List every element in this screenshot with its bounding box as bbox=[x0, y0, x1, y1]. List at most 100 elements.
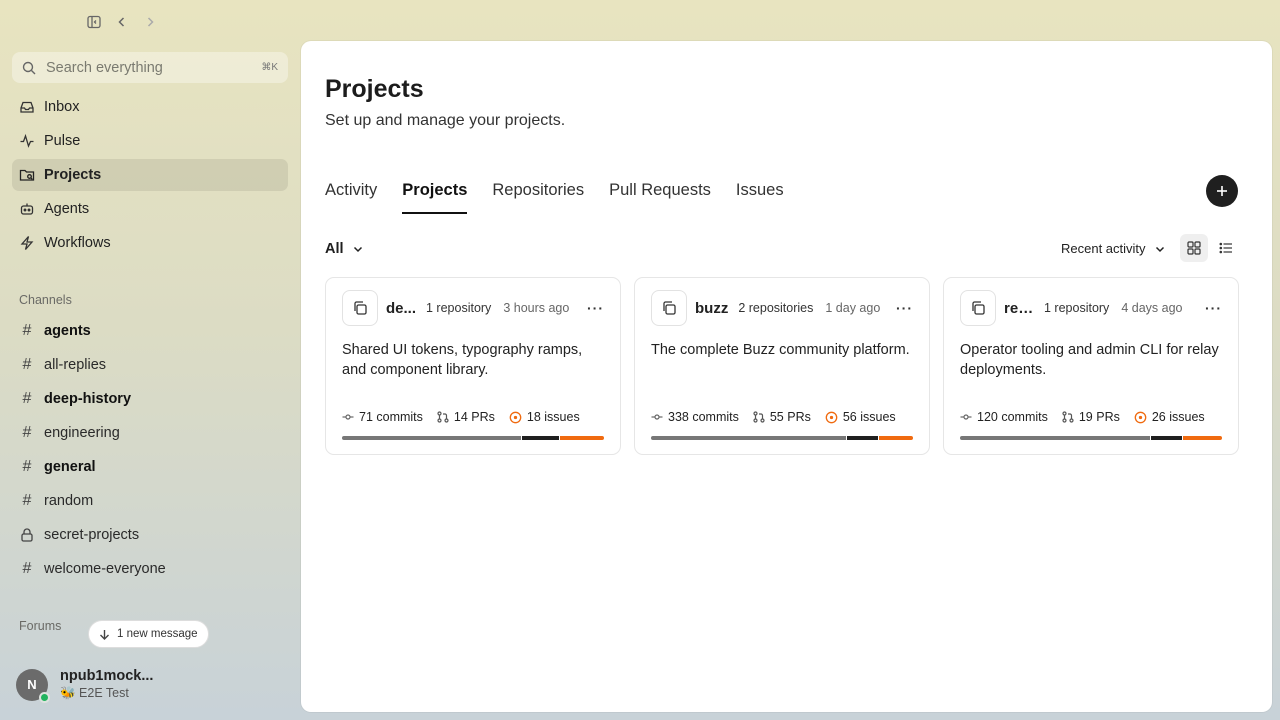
commit-icon bbox=[342, 414, 354, 420]
nav-item-label: Agents bbox=[44, 201, 90, 217]
chevron-down-icon bbox=[353, 246, 362, 253]
issue-stat: 56 issues bbox=[825, 410, 896, 424]
commit-stat: 120 commits bbox=[960, 410, 1048, 424]
tab-activity[interactable]: Activity bbox=[325, 181, 377, 214]
issue-count: 26 issues bbox=[1151, 410, 1205, 424]
activity-bar bbox=[651, 436, 913, 440]
project-name: buzz bbox=[695, 299, 729, 317]
more-options-icon[interactable]: ··· bbox=[1205, 300, 1222, 316]
tab-pull-requests[interactable]: Pull Requests bbox=[609, 181, 711, 214]
channel-name: deep-history bbox=[44, 391, 132, 407]
page-subtitle: Set up and manage your projects. bbox=[325, 112, 566, 129]
nav-item-label: Projects bbox=[44, 167, 102, 183]
project-card[interactable]: de... 1 repository 3 hours ago ··· Share… bbox=[325, 277, 621, 455]
online-status-dot bbox=[39, 691, 50, 703]
commit-count: 71 commits bbox=[359, 410, 423, 424]
channel-item-welcome-everyone[interactable]: # welcome-everyone bbox=[12, 553, 288, 585]
hash-icon: # bbox=[22, 322, 32, 339]
page-title: Projects bbox=[325, 75, 424, 103]
project-description: Operator tooling and admin CLI for relay… bbox=[960, 342, 1219, 378]
hash-icon: # bbox=[22, 492, 32, 509]
main-panel: Projects Set up and manage your projects… bbox=[301, 41, 1272, 712]
issue-icon bbox=[509, 411, 522, 423]
view-toggle bbox=[1180, 234, 1240, 262]
channel-item-engineering[interactable]: # engineering bbox=[12, 417, 288, 449]
project-copy-icon bbox=[651, 290, 687, 326]
list-view-button[interactable] bbox=[1212, 234, 1240, 262]
activity-bar-commits bbox=[960, 436, 1150, 440]
tab-projects[interactable]: Projects bbox=[402, 181, 468, 214]
channel-item-random[interactable]: # random bbox=[12, 485, 288, 517]
sort-dropdown[interactable]: Recent activity bbox=[1061, 241, 1166, 256]
project-updated-time: 1 day ago bbox=[825, 301, 881, 315]
activity-bar bbox=[342, 436, 604, 440]
pull-request-icon bbox=[437, 411, 449, 423]
nav-item-workflows[interactable]: Workflows bbox=[12, 227, 288, 259]
project-name: de... bbox=[386, 299, 416, 317]
filter-dropdown[interactable]: All bbox=[325, 241, 364, 257]
project-repo-count: 1 repository bbox=[426, 301, 492, 315]
chevron-down-icon bbox=[1155, 246, 1164, 252]
channel-name: engineering bbox=[44, 425, 120, 441]
hash-icon: # bbox=[22, 356, 32, 373]
hash-icon: # bbox=[22, 458, 32, 475]
hash-icon: # bbox=[22, 390, 32, 407]
pr-stat: 55 PRs bbox=[753, 410, 811, 424]
grid-view-button[interactable] bbox=[1180, 234, 1208, 262]
channel-item-deep-history[interactable]: # deep-history bbox=[12, 383, 288, 415]
channel-item-secret-projects[interactable]: secret-projects bbox=[12, 519, 288, 551]
channel-name: general bbox=[44, 459, 96, 475]
more-options-icon[interactable]: ··· bbox=[587, 300, 604, 316]
tab-issues[interactable]: Issues bbox=[736, 181, 784, 214]
search-bar[interactable]: ⌘K bbox=[12, 52, 288, 83]
project-name: rel... bbox=[1004, 299, 1034, 317]
commit-icon bbox=[960, 414, 972, 420]
activity-bar-prs bbox=[522, 436, 559, 440]
add-project-button[interactable] bbox=[1206, 175, 1238, 207]
channel-name: welcome-everyone bbox=[44, 561, 166, 577]
issue-count: 56 issues bbox=[842, 410, 896, 424]
pull-request-icon bbox=[1062, 411, 1074, 423]
more-options-icon[interactable]: ··· bbox=[896, 300, 913, 316]
activity-bar-commits bbox=[651, 436, 846, 440]
search-input[interactable] bbox=[46, 59, 252, 76]
pr-stat: 19 PRs bbox=[1062, 410, 1120, 424]
project-card[interactable]: rel... 1 repository 4 days ago ··· Opera… bbox=[943, 277, 1239, 455]
projects-icon bbox=[19, 169, 35, 181]
pr-count: 14 PRs bbox=[453, 410, 495, 424]
new-message-label: 1 new message bbox=[117, 628, 198, 640]
commit-count: 120 commits bbox=[977, 410, 1048, 424]
main-nav: Inbox Pulse Projects Agents Workflows bbox=[12, 91, 288, 261]
project-card-grid: de... 1 repository 3 hours ago ··· Share… bbox=[325, 277, 1239, 455]
tab-repositories[interactable]: Repositories bbox=[492, 181, 584, 214]
pull-request-icon bbox=[753, 411, 765, 423]
nav-item-pulse[interactable]: Pulse bbox=[12, 125, 288, 157]
nav-item-projects[interactable]: Projects bbox=[12, 159, 288, 191]
nav-item-inbox[interactable]: Inbox bbox=[12, 91, 288, 123]
activity-bar bbox=[960, 436, 1222, 440]
channel-item-general[interactable]: # general bbox=[12, 451, 288, 483]
user-profile[interactable]: N npub1mock... 🐝 E2E Test bbox=[16, 668, 153, 703]
project-card[interactable]: buzz 2 repositories 1 day ago ··· The co… bbox=[634, 277, 930, 455]
channel-item-agents[interactable]: # agents bbox=[12, 315, 288, 347]
list-icon bbox=[1219, 242, 1232, 254]
activity-bar-issues bbox=[1183, 436, 1222, 440]
activity-bar-prs bbox=[846, 436, 879, 440]
robot-icon bbox=[20, 203, 34, 215]
issue-icon bbox=[1134, 411, 1147, 423]
commit-stat: 338 commits bbox=[651, 410, 739, 424]
activity-bar-issues bbox=[879, 436, 913, 440]
project-copy-icon bbox=[960, 290, 996, 326]
search-icon bbox=[22, 61, 36, 74]
new-message-pill[interactable]: 1 new message bbox=[88, 620, 209, 648]
pr-stat: 14 PRs bbox=[437, 410, 495, 424]
channel-list: # agents # all-replies # deep-history # engi… bbox=[12, 315, 288, 587]
sidebar: ⌘K Inbox Pulse Projects Agents Workflows… bbox=[0, 0, 300, 720]
plus-icon bbox=[1217, 186, 1227, 196]
project-updated-time: 3 hours ago bbox=[503, 301, 570, 315]
avatar: N bbox=[16, 668, 50, 703]
channel-item-all-replies[interactable]: # all-replies bbox=[12, 349, 288, 381]
nav-item-agents[interactable]: Agents bbox=[12, 193, 288, 225]
hash-icon: # bbox=[22, 424, 32, 441]
project-repo-count: 2 repositories bbox=[738, 301, 814, 315]
